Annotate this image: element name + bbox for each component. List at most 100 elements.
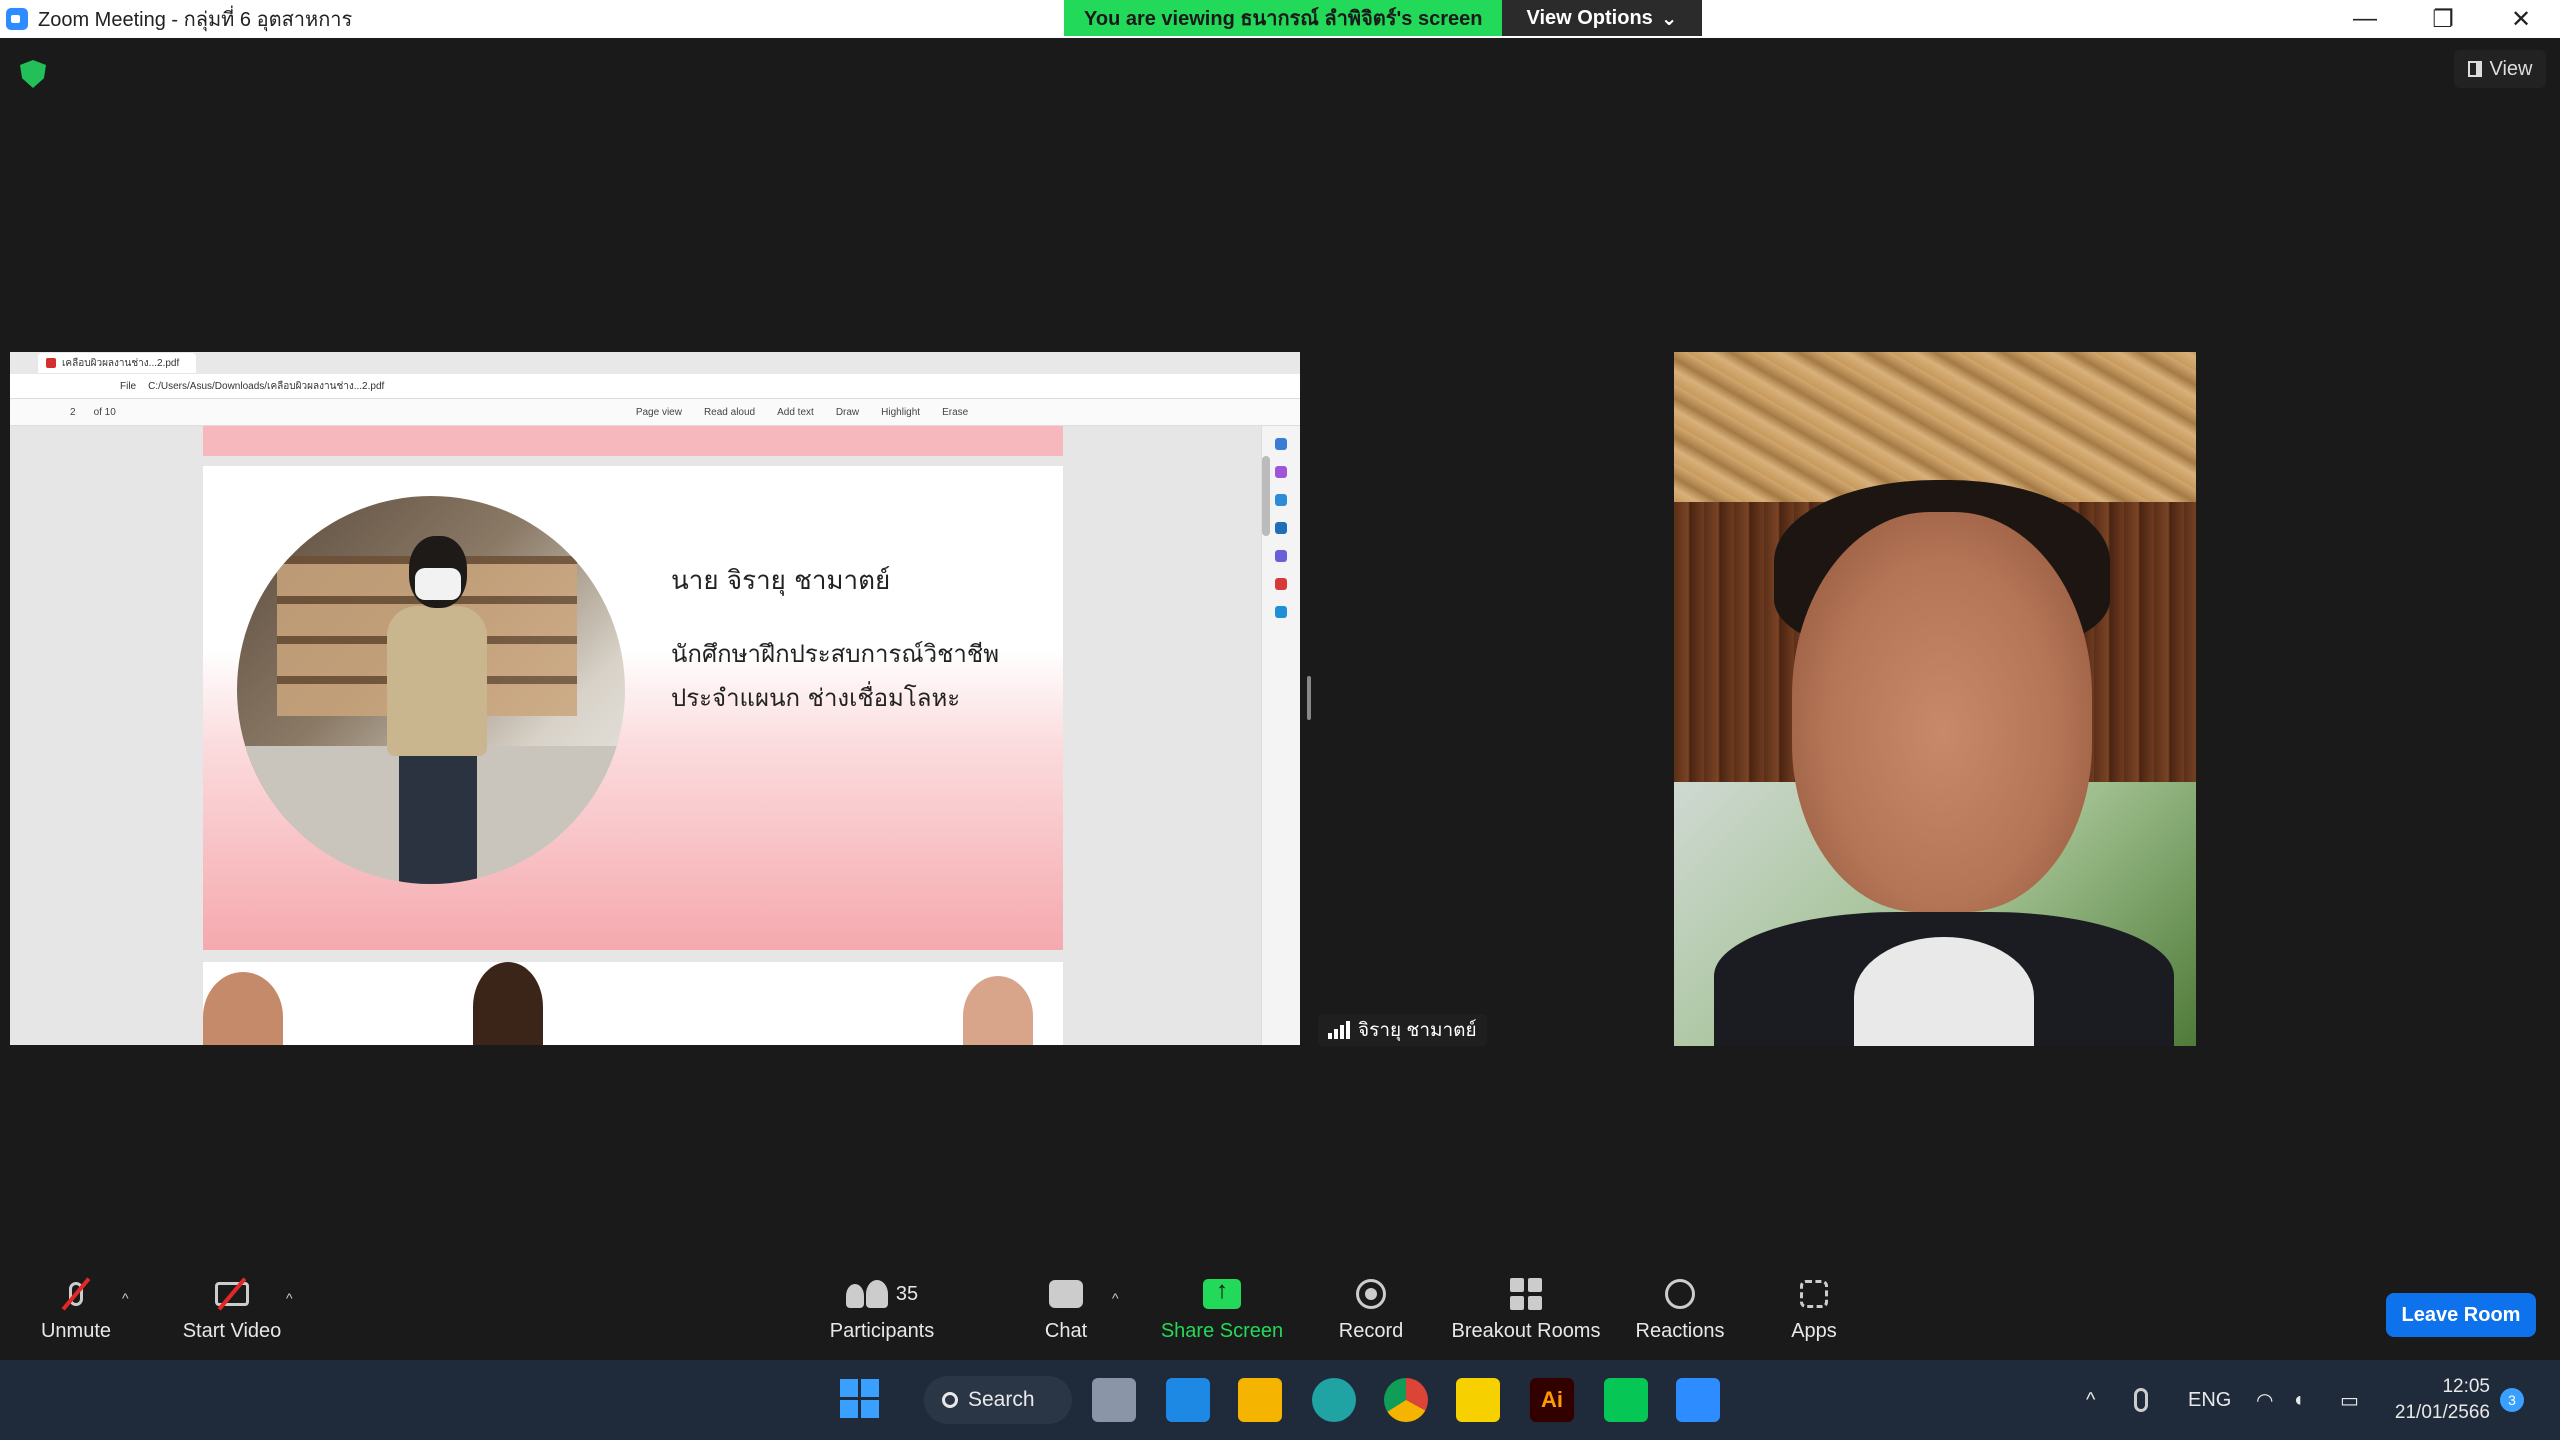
language-indicator[interactable]: ENG bbox=[2188, 1360, 2231, 1440]
tool-read-aloud[interactable]: Read aloud bbox=[704, 407, 755, 418]
view-options-label: View Options bbox=[1526, 6, 1653, 29]
photo-face bbox=[963, 976, 1033, 1045]
task-view-icon[interactable] bbox=[1092, 1378, 1136, 1422]
browser-address-bar[interactable]: File C:/Users/Asus/Downloads/เคลือบผิวผล… bbox=[10, 374, 1300, 399]
browser-tab-title: เคลือบผิวผลงานช่าง...2.pdf bbox=[62, 357, 180, 369]
office-icon[interactable] bbox=[1275, 550, 1287, 562]
share-screen-icon bbox=[1203, 1277, 1241, 1309]
l-app-icon[interactable] bbox=[1166, 1378, 1210, 1422]
file-explorer-icon[interactable] bbox=[1238, 1378, 1282, 1422]
tool-page-view[interactable]: Page view bbox=[636, 407, 682, 418]
windows-taskbar: Search Ai ^ ENG ◠ ◖ ▭ 12:05 21/01/2566 3 bbox=[0, 1360, 2560, 1440]
clock-time: 12:05 bbox=[2442, 1376, 2490, 1397]
participant-name: จิรายุ ชามาตย์ bbox=[1358, 1020, 1477, 1041]
start-video-button[interactable]: Start Video bbox=[162, 1274, 302, 1343]
slide-name: นาย จิรายุ ชามาตย์ bbox=[671, 566, 891, 596]
view-button[interactable]: View bbox=[2454, 50, 2546, 88]
office365-icon[interactable] bbox=[1275, 578, 1287, 590]
tool-draw[interactable]: Draw bbox=[836, 407, 859, 418]
participants-label: Participants bbox=[829, 1320, 935, 1342]
breakout-rooms-button[interactable]: Breakout Rooms bbox=[1452, 1274, 1600, 1343]
url-text: C:/Users/Asus/Downloads/เคลือบผิวผลงานช่… bbox=[148, 380, 385, 392]
tool-erase[interactable]: Erase bbox=[942, 407, 968, 418]
notification-badge[interactable]: 3 bbox=[2500, 1388, 2524, 1412]
tools-icon[interactable] bbox=[1275, 494, 1287, 506]
window-title: Zoom Meeting - กลุ่มที่ 6 อุตสาหการ bbox=[38, 9, 353, 31]
meeting-toolbar: Unmute ^ Start Video ^ 35 Participants C… bbox=[0, 1262, 2560, 1360]
volume-icon[interactable]: ◖ bbox=[2292, 1360, 2304, 1440]
outlook-icon[interactable] bbox=[1275, 606, 1287, 618]
pdf-slide: นาย จิรายุ ชามาตย์ นักศึกษาฝึกประสบการณ์… bbox=[203, 466, 1063, 950]
taskbar-search-label: Search bbox=[968, 1388, 1035, 1411]
games-icon[interactable] bbox=[1275, 522, 1287, 534]
start-button[interactable] bbox=[840, 1379, 882, 1421]
close-button[interactable]: ✕ bbox=[2482, 0, 2560, 38]
microphone-icon[interactable] bbox=[2134, 1360, 2148, 1440]
chat-bubble-icon bbox=[1049, 1280, 1083, 1308]
participant-name-tag: จิรายุ ชามาตย์ bbox=[1318, 1014, 1487, 1046]
record-button[interactable]: Record bbox=[1301, 1274, 1441, 1343]
leave-room-button[interactable]: Leave Room bbox=[2386, 1293, 2536, 1337]
taskbar-search[interactable]: Search bbox=[924, 1376, 1072, 1424]
browser-tab[interactable]: เคลือบผิวผลงานช่าง...2.pdf bbox=[38, 353, 196, 373]
encryption-shield-icon[interactable] bbox=[20, 60, 46, 88]
chrome-icon[interactable] bbox=[1384, 1378, 1428, 1422]
video-options-caret[interactable]: ^ bbox=[286, 1290, 293, 1306]
shared-screen[interactable]: เคลือบผิวผลงานช่าง...2.pdf File C:/Users… bbox=[10, 352, 1300, 1045]
battery-icon[interactable]: ▭ bbox=[2340, 1360, 2359, 1440]
sticky-notes-icon[interactable] bbox=[1456, 1378, 1500, 1422]
panel-resize-handle[interactable] bbox=[1307, 676, 1311, 720]
favorites-icon[interactable] bbox=[1275, 466, 1287, 478]
restore-button[interactable]: ❐ bbox=[2404, 0, 2482, 38]
share-screen-button[interactable]: Share Screen bbox=[1152, 1274, 1292, 1343]
view-options-button[interactable]: View Options ⌄ bbox=[1502, 0, 1702, 36]
breakout-rooms-label: Breakout Rooms bbox=[1451, 1320, 1601, 1342]
tool-add-text[interactable]: Add text bbox=[777, 407, 814, 418]
view-layout-icon bbox=[2467, 61, 2482, 77]
apps-icon bbox=[1800, 1280, 1828, 1308]
view-button-label: View bbox=[2489, 57, 2533, 80]
record-label: Record bbox=[1338, 1320, 1404, 1342]
search-icon bbox=[942, 1392, 958, 1408]
start-video-label: Start Video bbox=[182, 1320, 282, 1342]
breakout-rooms-icon bbox=[1510, 1278, 1542, 1310]
photo-face bbox=[473, 962, 543, 1045]
file-label: File bbox=[120, 380, 137, 392]
tool-highlight[interactable]: Highlight bbox=[881, 407, 920, 418]
wifi-icon[interactable]: ◠ bbox=[2256, 1360, 2273, 1440]
audio-options-caret[interactable]: ^ bbox=[122, 1290, 129, 1306]
minimize-button[interactable]: — bbox=[2326, 0, 2404, 38]
illustrator-icon[interactable]: Ai bbox=[1530, 1378, 1574, 1422]
pdf-next-slide bbox=[203, 962, 1063, 1045]
chevron-down-icon: ⌄ bbox=[1660, 7, 1678, 30]
participants-count: 35 bbox=[895, 1282, 919, 1305]
slide-position-line2: ประจำแผนก ช่างเชื่อมโลหะ bbox=[671, 684, 961, 712]
windows-logo-icon bbox=[840, 1379, 882, 1418]
participants-button[interactable]: 35 Participants bbox=[812, 1274, 952, 1343]
line-icon[interactable] bbox=[1604, 1378, 1648, 1422]
signal-strength-icon bbox=[1328, 1021, 1350, 1039]
edge-icon[interactable] bbox=[1312, 1378, 1356, 1422]
page-total: of 10 bbox=[93, 406, 116, 418]
unmute-button[interactable]: Unmute bbox=[6, 1274, 146, 1343]
slide-position-line1: นักศึกษาฝึกประสบการณ์วิชาชีพ bbox=[671, 640, 1000, 668]
search-icon[interactable] bbox=[1275, 438, 1287, 450]
reactions-button[interactable]: Reactions bbox=[1610, 1274, 1750, 1343]
share-screen-label: Share Screen bbox=[1160, 1320, 1284, 1342]
pdf-icon bbox=[46, 358, 56, 368]
chat-options-caret[interactable]: ^ bbox=[1112, 1290, 1119, 1306]
participant-video[interactable] bbox=[1674, 352, 2196, 1046]
pdf-scrollbar[interactable] bbox=[1262, 456, 1270, 536]
tray-overflow-chevron[interactable]: ^ bbox=[2086, 1360, 2095, 1440]
system-clock[interactable]: 12:05 21/01/2566 bbox=[2390, 1374, 2490, 1426]
page-number-input[interactable]: 2 bbox=[70, 407, 76, 418]
zoom-app-icon bbox=[6, 8, 28, 30]
zoom-icon[interactable] bbox=[1676, 1378, 1720, 1422]
reactions-icon bbox=[1665, 1279, 1695, 1309]
pdf-toolbar: 2 of 10 Page view Read aloud Add text Dr… bbox=[10, 399, 1300, 426]
clock-date: 21/01/2566 bbox=[2394, 1402, 2490, 1423]
photo-face bbox=[203, 972, 283, 1045]
apps-button[interactable]: Apps bbox=[1744, 1274, 1884, 1343]
profile-photo bbox=[237, 496, 625, 884]
chat-button[interactable]: Chat bbox=[996, 1274, 1136, 1343]
